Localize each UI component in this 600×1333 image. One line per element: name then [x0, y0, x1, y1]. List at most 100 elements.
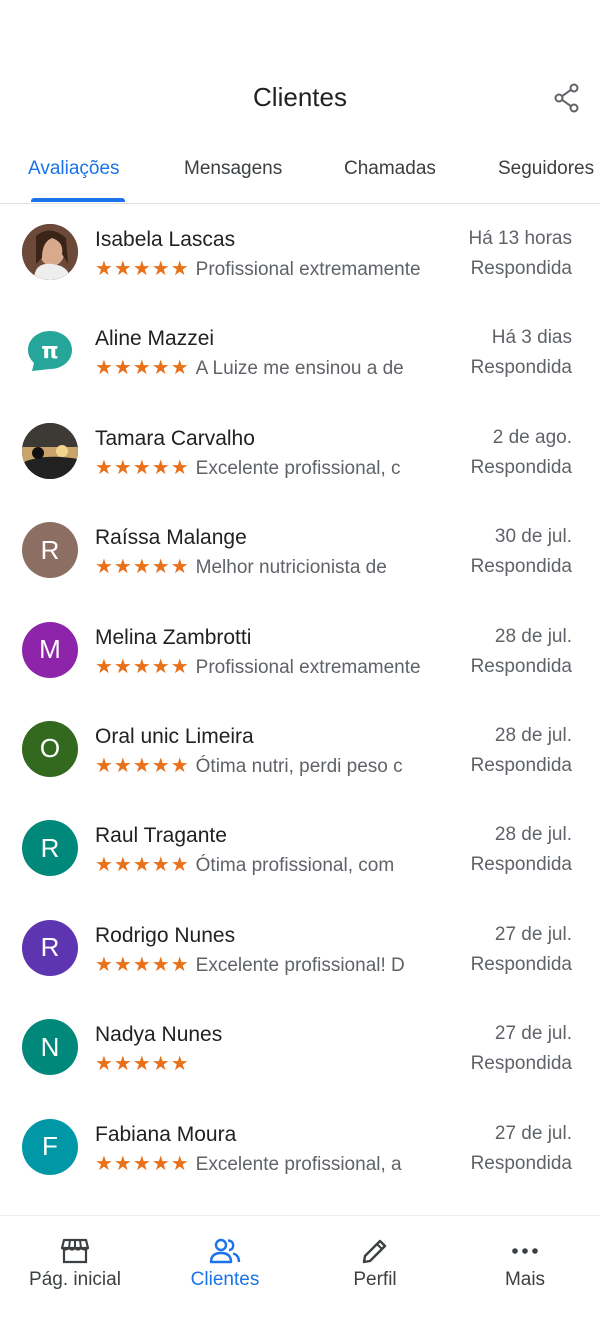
review-snippet: Ótima profissional, com [195, 855, 395, 877]
star-rating: ★★★★★ [95, 953, 190, 976]
share-icon [554, 83, 579, 113]
avatar-initial: R [40, 534, 60, 565]
review-row[interactable]: R Raul Tragante ★★★★★ Ótima profissional, c… [0, 800, 600, 899]
review-row[interactable]: M Melina Zambrotti ★★★★★ Profissional extre… [0, 602, 600, 701]
bottom-navigation: Pág. inicial Clientes Perfil Mais [0, 1215, 600, 1333]
avatar: O [22, 720, 78, 777]
tab-avaliacoes[interactable]: Avaliações [28, 158, 120, 180]
avatar-initial: O [39, 733, 61, 764]
share-button[interactable] [549, 80, 585, 116]
nav-label: Pág. inicial [29, 1269, 121, 1290]
reply-status: Respondida [470, 655, 572, 677]
review-row[interactable]: R Rodrigo Nunes ★★★★★ Excelente profissiona… [0, 900, 600, 999]
review-summary: ★★★★★ Melhor nutricionista de [95, 554, 445, 579]
review-row[interactable]: O Oral unic Limeira ★★★★★ Ótima nutri, perd… [0, 701, 600, 800]
avatar-initial: M [39, 634, 61, 665]
review-date: 27 de jul. [494, 1122, 572, 1144]
svg-text:π: π [41, 339, 58, 364]
avatar-initial: F [42, 1131, 58, 1162]
review-summary: ★★★★★ Excelente profissional, c [95, 455, 445, 480]
review-date: Há 13 horas [468, 228, 572, 249]
review-summary: ★★★★★ [95, 1051, 445, 1076]
star-rating: ★★★★★ [95, 556, 190, 579]
star-rating: ★★★★★ [95, 1053, 190, 1076]
avatar: M [22, 621, 78, 678]
nav-label: Mais [504, 1269, 546, 1290]
review-row[interactable]: F Fabiana Moura ★★★★★ Excelente profissiona… [0, 1099, 600, 1198]
reply-status: Respondida [470, 556, 572, 578]
review-snippet: Excelente profissional, a [195, 1153, 402, 1175]
star-rating: ★★★★★ [95, 854, 190, 877]
review-row[interactable]: R Raíssa Malange ★★★★★ Melhor nutricionista… [0, 502, 600, 601]
reply-status: Respondida [470, 953, 572, 975]
avatar-initial: N [40, 1031, 60, 1062]
reviewer-name: Raíssa Malange [95, 526, 247, 550]
reviewer-name: Oral unic Limeira [95, 724, 254, 748]
reply-status: Respondida [470, 357, 572, 379]
review-row[interactable]: π Aline Mazzei ★★★★★ A Luize me ensinou a d… [0, 303, 600, 402]
reviewer-name: Tamara Carvalho [95, 426, 255, 450]
reviewer-name: Melina Zambrotti [95, 625, 252, 649]
tab-seguidores[interactable]: Seguidores [498, 158, 594, 180]
page-title: Clientes [253, 82, 347, 112]
reply-status: Respondida [470, 456, 572, 478]
nav-item-perfil[interactable]: Perfil [300, 1216, 450, 1316]
nav-item-mais[interactable]: Mais [450, 1216, 600, 1316]
star-rating: ★★★★★ [95, 1152, 190, 1175]
review-snippet: Melhor nutricionista de [195, 557, 387, 579]
brand-logo-icon: π [28, 331, 72, 372]
review-summary: ★★★★★ Ótima nutri, perdi peso c [95, 753, 445, 778]
nav-item-clientes[interactable]: Clientes [150, 1216, 300, 1316]
star-rating: ★★★★★ [95, 357, 190, 380]
avatar: N [22, 1019, 78, 1076]
profile-photo [22, 422, 78, 479]
review-row[interactable]: N Nadya Nunes ★★★★★ 27 de jul. Respondida [0, 999, 600, 1098]
review-row[interactable]: Tamara Carvalho ★★★★★ Excelente profission… [0, 403, 600, 502]
star-rating: ★★★★★ [95, 456, 190, 479]
star-rating: ★★★★★ [95, 258, 190, 280]
star-rating: ★★★★★ [95, 655, 190, 678]
review-date: 27 de jul. [494, 1023, 572, 1045]
avatar-initial: R [40, 932, 60, 963]
review-date: 28 de jul. [494, 824, 572, 846]
nav-item-pag-inicial[interactable]: Pág. inicial [0, 1216, 150, 1316]
review-list: Isabela Lascas ★★★★★ Profissional extremam… [0, 204, 600, 1198]
storefront-icon [60, 1238, 90, 1264]
review-date: 30 de jul. [494, 526, 572, 548]
review-summary: ★★★★★ Excelente profissional, a [95, 1151, 445, 1176]
tab-bar: Avaliações Mensagens Chamadas Seguidores [0, 140, 600, 204]
tab-chamadas[interactable]: Chamadas [344, 158, 436, 180]
tab-mensagens[interactable]: Mensagens [184, 158, 282, 180]
pencil-icon [362, 1239, 387, 1264]
avatar [22, 224, 78, 280]
review-summary: ★★★★★ Profissional extremamente [95, 256, 445, 281]
reply-status: Respondida [470, 854, 572, 876]
avatar [22, 422, 78, 479]
review-row[interactable]: Isabela Lascas ★★★★★ Profissional extremam… [0, 204, 600, 303]
reply-status: Respondida [470, 258, 572, 279]
profile-photo [22, 224, 78, 280]
active-tab-indicator [31, 198, 125, 202]
reviewer-name: Aline Mazzei [95, 327, 215, 351]
avatar: R [22, 522, 78, 579]
review-summary: ★★★★★ A Luize me ensinou a de [95, 355, 445, 380]
review-snippet: Excelente profissional! D [195, 954, 405, 976]
people-icon [209, 1238, 241, 1264]
review-summary: ★★★★★ Ótima profissional, com [95, 852, 445, 877]
nav-label: Clientes [190, 1269, 260, 1290]
avatar: π [22, 323, 78, 379]
star-rating: ★★★★★ [95, 754, 190, 777]
reply-status: Respondida [470, 754, 572, 776]
review-summary: ★★★★★ Profissional extremamente [95, 654, 445, 679]
review-summary: ★★★★★ Excelente profissional! D [95, 952, 445, 977]
avatar: F [22, 1118, 78, 1175]
more-dots-icon [512, 1248, 538, 1254]
review-snippet: A Luize me ensinou a de [195, 358, 404, 380]
avatar-initial: R [40, 832, 60, 863]
reviewer-name: Nadya Nunes [95, 1023, 223, 1047]
nav-label: Perfil [353, 1269, 397, 1290]
review-date: 28 de jul. [494, 625, 572, 647]
review-snippet: Profissional extremamente [195, 259, 421, 280]
reviewer-name: Fabiana Moura [95, 1122, 237, 1146]
avatar: R [22, 820, 78, 877]
